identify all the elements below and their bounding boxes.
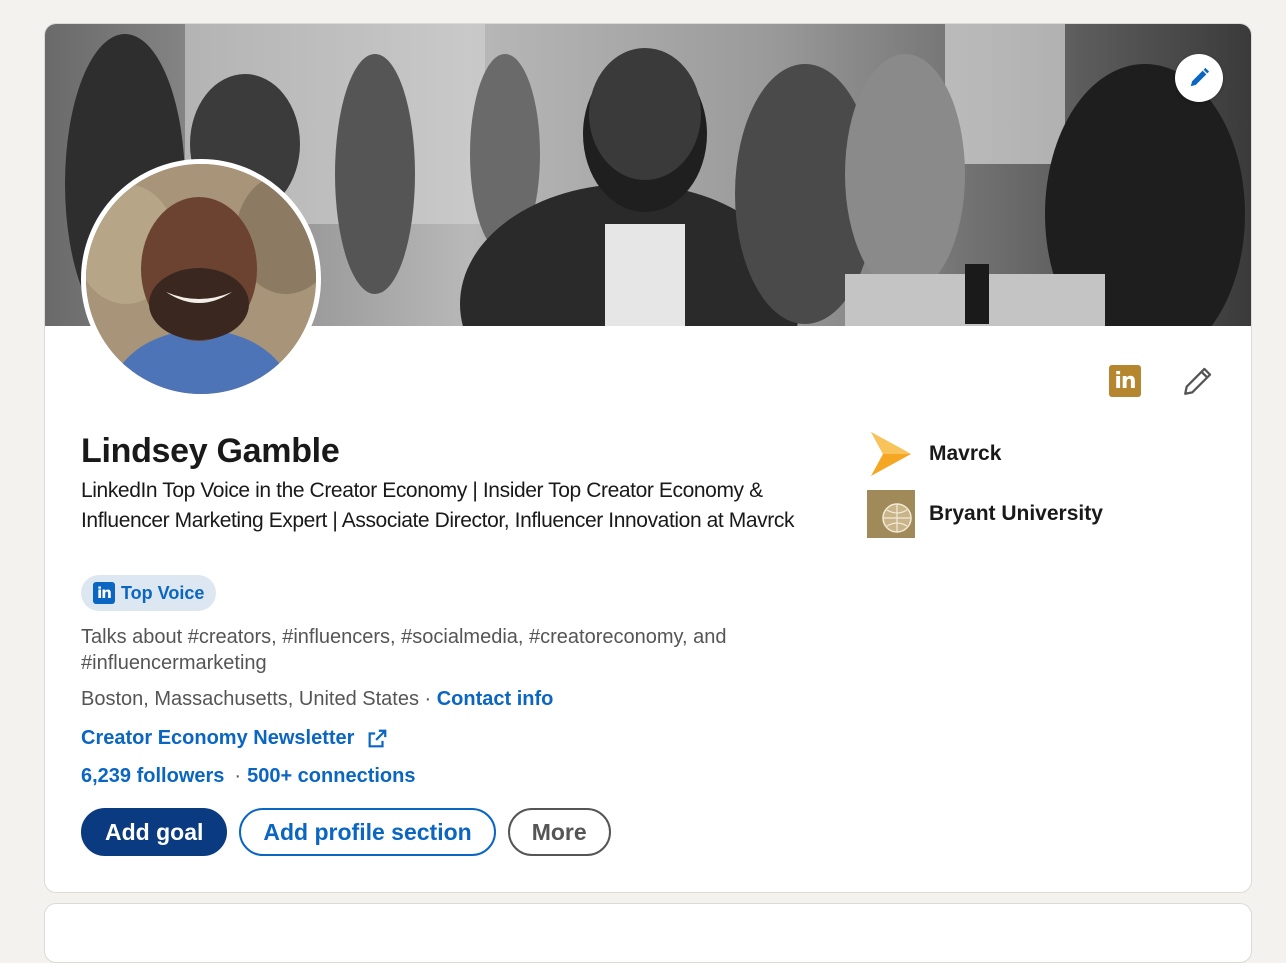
contact-info-link[interactable]: Contact info [437, 688, 554, 710]
newsletter-link[interactable]: Creator Economy Newsletter [81, 727, 354, 750]
school-item[interactable]: Bryant University [867, 489, 1103, 539]
profile-top-actions: in [1109, 364, 1215, 398]
avatar-photo [86, 164, 316, 394]
pencil-icon [1184, 367, 1212, 395]
talks-about: Talks about #creators, #influencers, #so… [81, 626, 727, 674]
profile-card: in Lindsey Gamble LinkedIn Top Voice in … [44, 23, 1252, 893]
profile-headline: LinkedIn Top Voice in the Creator Econom… [81, 479, 795, 532]
separator-dot: · [234, 765, 242, 787]
badge-label: Top Voice [121, 582, 205, 603]
next-section-card [44, 903, 1252, 963]
followers-link[interactable]: 6,239 followers [81, 765, 224, 787]
profile-name: Lindsey Gamble [81, 432, 340, 470]
connections-link[interactable]: 500+ connections [247, 765, 415, 787]
location-separator: · [418, 688, 437, 710]
linkedin-icon[interactable]: in [1109, 365, 1141, 397]
location-row: Boston, Massachusetts, United States · C… [81, 688, 553, 711]
linkedin-icon: in [93, 582, 115, 604]
profile-avatar[interactable] [81, 159, 321, 399]
profile-actions: Add goal Add profile section More [81, 808, 611, 856]
school-name: Bryant University [929, 502, 1103, 525]
edit-intro-button[interactable] [1181, 364, 1215, 398]
company-name: Mavrck [929, 442, 1002, 465]
bryant-university-logo-icon [867, 490, 915, 538]
followers-row: 6,239 followers · 500+ connections [81, 765, 415, 788]
add-goal-button[interactable]: Add goal [81, 808, 228, 856]
location-text: Boston, Massachusetts, United States [81, 688, 419, 710]
more-button[interactable]: More [507, 808, 611, 856]
edit-banner-button[interactable] [1175, 54, 1223, 102]
add-profile-section-button[interactable]: Add profile section [239, 808, 496, 856]
mavrck-logo-icon [867, 430, 915, 478]
experience-education-list: Mavrck Bryant University [867, 429, 1103, 549]
top-voice-badge[interactable]: in Top Voice [81, 575, 217, 611]
external-link-icon[interactable] [366, 728, 388, 750]
newsletter-row: Creator Economy Newsletter [81, 727, 388, 750]
pencil-icon [1190, 67, 1210, 87]
company-item[interactable]: Mavrck [867, 429, 1103, 479]
